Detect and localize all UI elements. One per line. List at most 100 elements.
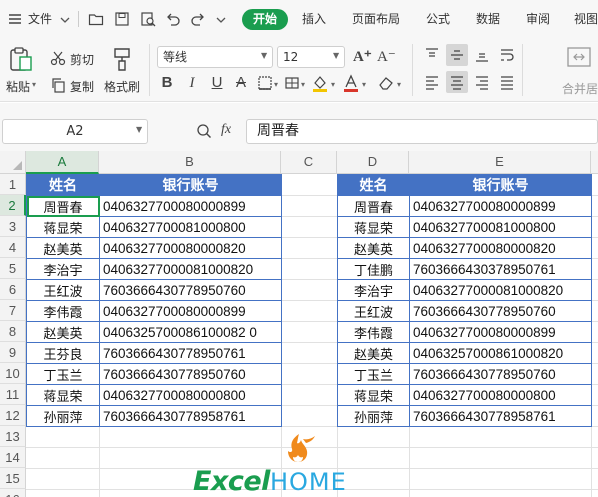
column-header-f[interactable] — [591, 151, 598, 174]
row-header-12[interactable]: 12 — [0, 405, 26, 426]
row-header-11[interactable]: 11 — [0, 384, 26, 405]
align-middle-button[interactable] — [446, 44, 468, 66]
increase-font-icon[interactable]: A⁺ — [353, 48, 372, 66]
table-cell[interactable]: 蒋显荣 — [337, 216, 410, 238]
row-header-5[interactable]: 5 — [0, 258, 26, 279]
table-cell[interactable]: 0406327700080000820 — [99, 237, 282, 259]
copy-icon[interactable] — [50, 77, 66, 93]
underline-icon[interactable]: U — [208, 74, 226, 92]
table-cell[interactable]: 赵美英 — [337, 237, 410, 259]
table-cell[interactable]: 丁玉兰 — [337, 363, 410, 385]
tab-page-layout[interactable]: 页面布局 — [352, 0, 400, 38]
table-cell[interactable]: 04063257000861000820 — [409, 342, 592, 364]
save-icon[interactable] — [114, 11, 130, 27]
row-header-13[interactable]: 13 — [0, 426, 26, 447]
table-cell[interactable]: 蒋显荣 — [337, 384, 410, 406]
bold-icon[interactable]: B — [158, 74, 176, 92]
align-left-icon[interactable] — [423, 73, 441, 91]
table-cell[interactable]: 周晋春 — [337, 195, 410, 217]
chevron-down-icon[interactable]: ▾ — [301, 80, 305, 89]
table-cell[interactable]: 04063277000081000820 — [409, 279, 592, 301]
column-header-b[interactable]: B — [99, 151, 281, 174]
table-cell[interactable]: 赵美英 — [26, 321, 100, 343]
header-cell-name[interactable]: 姓名 — [26, 174, 100, 196]
table-cell[interactable]: 7603666430778950760 — [409, 363, 592, 385]
fill-color-icon[interactable] — [311, 74, 329, 92]
chevron-down-icon[interactable]: ▼ — [136, 125, 142, 134]
chevron-down-icon[interactable]: ▼ — [261, 51, 267, 60]
font-color-icon[interactable] — [342, 74, 360, 92]
formula-input[interactable]: 周晋春 — [246, 119, 598, 144]
undo-icon[interactable] — [165, 11, 181, 27]
wrap-text-icon[interactable] — [498, 46, 516, 64]
border-icon[interactable] — [257, 75, 273, 91]
row-header-6[interactable]: 6 — [0, 279, 26, 300]
row-header-15[interactable]: 15 — [0, 468, 26, 489]
tab-insert[interactable]: 插入 — [302, 0, 326, 38]
table-cell[interactable]: 蒋显荣 — [26, 384, 100, 406]
cell-style-icon[interactable] — [284, 75, 300, 91]
row-header-4[interactable]: 4 — [0, 237, 26, 258]
header-cell-account[interactable]: 银行账号 — [99, 174, 282, 196]
row-header-3[interactable]: 3 — [0, 216, 26, 237]
file-menu[interactable]: 文件 — [28, 0, 52, 38]
chevron-down-icon[interactable]: ▾ — [274, 80, 278, 89]
tab-home[interactable]: 开始 — [242, 9, 288, 30]
table-cell[interactable]: 丁佳鹏 — [337, 258, 410, 280]
table-cell[interactable]: 王红波 — [26, 279, 100, 301]
select-all-corner[interactable] — [0, 151, 26, 174]
table-cell[interactable]: 0406327700080000800 — [99, 384, 282, 406]
scissors-icon[interactable] — [50, 50, 66, 66]
row-header-16[interactable]: 16 — [0, 489, 26, 497]
align-center-button[interactable] — [446, 71, 468, 93]
row-header-2[interactable]: 2 — [0, 195, 26, 216]
table-cell[interactable]: 李治宇 — [26, 258, 100, 280]
name-box[interactable]: A2 — [2, 119, 148, 144]
open-folder-icon[interactable] — [88, 11, 104, 27]
chevron-down-icon[interactable] — [60, 15, 70, 25]
chevron-down-icon[interactable]: ▾ — [397, 80, 401, 89]
row-header-8[interactable]: 8 — [0, 321, 26, 342]
column-header-e[interactable]: E — [409, 151, 591, 174]
format-painter-button[interactable]: 格式刷 — [104, 78, 140, 95]
table-cell[interactable]: 赵美英 — [337, 342, 410, 364]
cell-a2-active[interactable]: 周晋春 — [26, 195, 100, 217]
row-header-7[interactable]: 7 — [0, 300, 26, 321]
table-cell[interactable]: 蒋显荣 — [26, 216, 100, 238]
chevron-down-icon[interactable] — [216, 15, 226, 25]
chevron-down-icon[interactable]: ▼ — [333, 51, 339, 60]
paste-dropdown-caret[interactable]: ▾ — [32, 80, 36, 89]
zoom-search-icon[interactable] — [196, 123, 212, 139]
row-header-1[interactable]: 1 — [0, 174, 26, 195]
redo-icon[interactable] — [190, 11, 206, 27]
tab-review[interactable]: 审阅 — [526, 0, 550, 38]
table-cell[interactable]: 王芬良 — [26, 342, 100, 364]
tab-view[interactable]: 视图 — [574, 0, 598, 38]
table-cell[interactable]: 孙丽萍 — [337, 405, 410, 427]
format-painter-icon[interactable] — [111, 46, 133, 72]
column-header-c[interactable]: C — [281, 151, 337, 174]
table-cell[interactable]: 7603666430778950760 — [409, 300, 592, 322]
table-cell[interactable]: 王红波 — [337, 300, 410, 322]
tab-data[interactable]: 数据 — [476, 0, 500, 38]
align-right-icon[interactable] — [473, 73, 491, 91]
table-cell[interactable]: 7603666430778958761 — [409, 405, 592, 427]
align-top-icon[interactable] — [423, 46, 441, 64]
table-cell[interactable]: 7603666430778950761 — [99, 342, 282, 364]
print-preview-icon[interactable] — [140, 11, 156, 27]
table-cell[interactable]: 7603666430378950761 — [409, 258, 592, 280]
cut-button[interactable]: 剪切 — [70, 51, 94, 68]
table-cell[interactable]: 7603666430778950760 — [99, 279, 282, 301]
paste-icon[interactable] — [8, 46, 34, 72]
column-header-a[interactable]: A — [26, 151, 99, 174]
tab-formulas[interactable]: 公式 — [426, 0, 450, 38]
row-header-9[interactable]: 9 — [0, 342, 26, 363]
table-cell[interactable]: 7603666430778958761 — [99, 405, 282, 427]
table-cell[interactable]: 0406327700081000800 — [409, 216, 592, 238]
header-cell-name[interactable]: 姓名 — [337, 174, 410, 196]
copy-button[interactable]: 复制 — [70, 78, 94, 95]
table-cell[interactable]: 0406325700086100082 0 — [99, 321, 282, 343]
table-cell[interactable]: 0406327700081000800 — [99, 216, 282, 238]
paste-button[interactable]: 粘贴 — [6, 78, 30, 95]
table-cell[interactable]: 0406327700080000820 — [409, 237, 592, 259]
